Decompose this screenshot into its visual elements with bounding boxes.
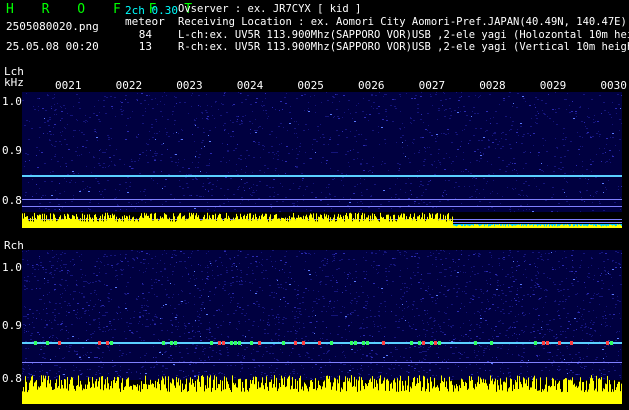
rch-label: Rch	[4, 239, 24, 252]
time-tick-0027: 0027	[418, 79, 446, 92]
time-tick-0028: 0028	[479, 79, 506, 92]
lch-tick-1.0: 1.0	[2, 95, 22, 108]
lch-tick-0.8: 0.8	[2, 194, 22, 207]
time-tick-0025: 0025	[297, 79, 324, 92]
date-time: 25.05.08 00:20	[6, 40, 99, 53]
time-tick-0024: 0024	[236, 79, 264, 92]
rch-tick-1.0: 1.0	[2, 261, 22, 274]
lch-spectrogram	[22, 92, 622, 232]
lch-tick-0.9: 0.9	[2, 144, 22, 157]
time-tick-0026: 0026	[358, 79, 385, 92]
lch-spectrogram-svg	[22, 92, 622, 228]
rch-meteor-count: 13	[138, 40, 152, 53]
meteor-label: meteor	[125, 15, 165, 28]
time-tick-0030: 0030	[600, 79, 627, 92]
lch-unit: kHz	[4, 76, 24, 89]
rch-spectrogram-svg	[22, 250, 622, 404]
lch-meteor-count: 84	[138, 28, 152, 41]
time-tick-0021: 0021	[55, 79, 82, 92]
rch-tick-0.9: 0.9	[2, 319, 22, 332]
location-info: Receiving Location : ex. Aomori City Aom…	[178, 16, 627, 28]
observer-info: Ovserver : ex. JR7CYX [ kid ]	[178, 3, 362, 15]
time-tick-0022: 0022	[115, 79, 143, 92]
rch-info: R-ch:ex. UV5R 113.900Mhz(SAPPORO VOR)USB…	[178, 41, 629, 53]
file-name: 2505080020.png	[6, 20, 99, 33]
rch-spectrogram	[22, 250, 622, 404]
lch-info: L-ch:ex. UV5R 113.900Mhz(SAPPORO VOR)USB…	[178, 29, 629, 41]
time-tick-0023: 0023	[176, 79, 203, 92]
rch-tick-0.8: 0.8	[2, 372, 22, 385]
time-tick-0029: 0029	[539, 79, 567, 92]
